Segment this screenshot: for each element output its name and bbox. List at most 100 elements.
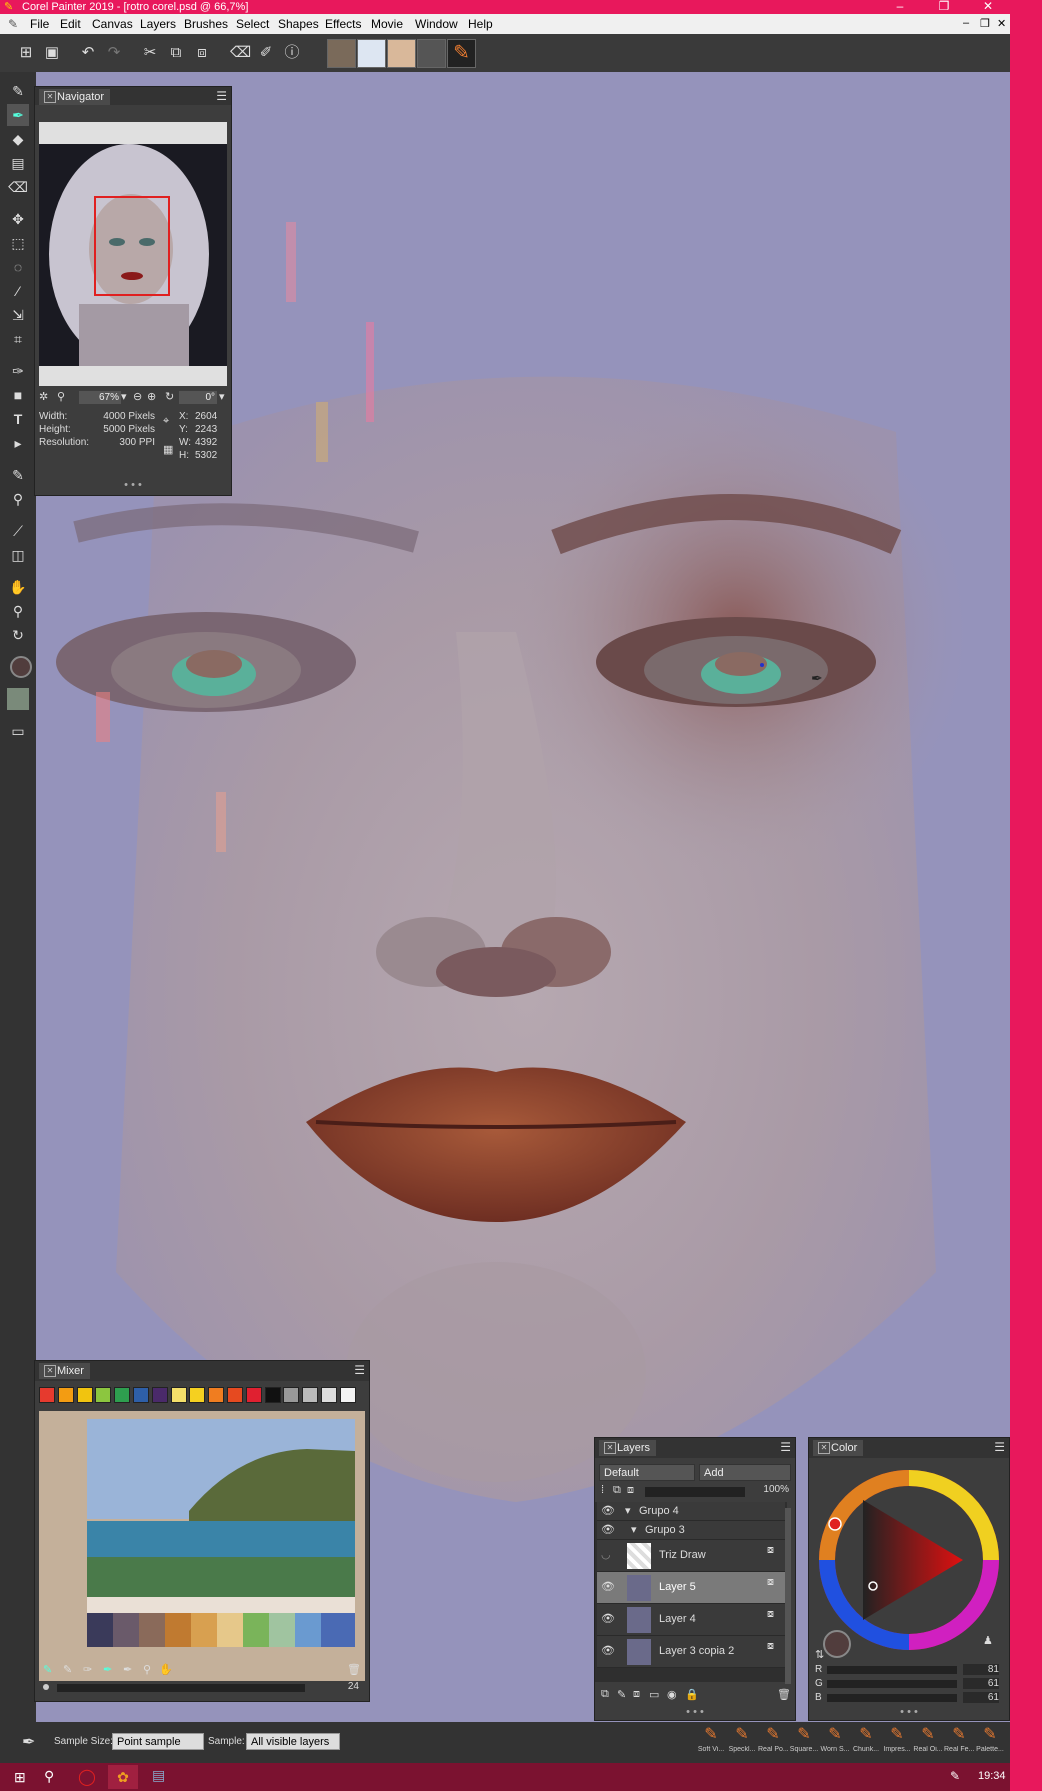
magnifier-icon[interactable]: ⚲ (7, 600, 29, 622)
brush-variant[interactable]: ✎ Real Fe... (944, 1724, 974, 1762)
menu-canvas[interactable]: Canvas (92, 17, 133, 31)
new-group-icon[interactable]: ⧈ (633, 1688, 640, 1701)
mixer-swatch[interactable] (227, 1387, 243, 1403)
navigator-thumbnail[interactable] (39, 144, 227, 366)
close-icon[interactable]: ✕ (44, 91, 56, 103)
swap-colors-icon[interactable]: ⇅ (815, 1648, 824, 1661)
mixer-swatch[interactable] (57, 1387, 74, 1403)
lasso-icon[interactable]: ◌ (7, 256, 29, 278)
mixer-swatch[interactable] (208, 1387, 225, 1403)
r-value[interactable]: 81 (963, 1664, 999, 1675)
layers-scrollbar[interactable] (785, 1508, 791, 1684)
g-value[interactable]: 61 (963, 1678, 999, 1689)
layer-mask-icon[interactable]: ◉ (667, 1688, 677, 1701)
perspective-icon[interactable]: ⟋ (7, 520, 29, 542)
undo-icon[interactable]: ↶ (78, 43, 98, 63)
windows-start-icon[interactable]: ⊞ (14, 1769, 26, 1786)
mix-color-icon[interactable]: ✑ (83, 1663, 92, 1676)
menu-help[interactable]: Help (468, 17, 493, 31)
panel-grip[interactable]: • • • (35, 479, 231, 491)
eraser-icon[interactable]: ⌫ (7, 176, 29, 198)
close-button[interactable]: ✕ (968, 0, 1008, 14)
layers-tab[interactable]: ✕ Layers (599, 1440, 657, 1456)
new-layer-icon[interactable]: ▭ (649, 1688, 659, 1701)
rotate-page-icon[interactable]: ↻ (7, 624, 29, 646)
pen-tray-icon[interactable]: ✎ (950, 1769, 960, 1783)
brush-variant[interactable]: ✎ Impres... (882, 1724, 912, 1762)
save-icon[interactable]: ▣ (42, 43, 62, 63)
menu-brushes[interactable]: Brushes (184, 17, 228, 31)
menu-effects[interactable]: Effects (325, 17, 361, 31)
mixer-swatch[interactable] (189, 1387, 206, 1403)
layer-row-grupo-4[interactable]: 👁 ▾ Grupo 4 (597, 1502, 785, 1521)
panel-menu-icon[interactable]: ☰ (216, 89, 227, 103)
visibility-eye-closed-icon[interactable]: ◡ (601, 1548, 611, 1561)
notes-icon[interactable]: ▤ (152, 1767, 165, 1784)
rectangle-shape-icon[interactable]: ■ (7, 384, 29, 406)
crop-icon[interactable]: ⌗ (7, 328, 29, 350)
pick-up-underlying-icon[interactable]: ⧉ (613, 1484, 621, 1497)
panel-grip[interactable]: • • • (809, 1706, 1009, 1718)
main-color-well[interactable] (10, 656, 32, 678)
sample-color-icon[interactable]: ✒ (103, 1663, 112, 1676)
clear-mixer-icon[interactable]: 🗑 (347, 1663, 361, 1676)
zoom-in-icon[interactable]: ⊕ (147, 390, 156, 403)
close-icon[interactable]: ✕ (44, 1365, 56, 1377)
current-color-swatch[interactable] (823, 1630, 851, 1658)
mixer-swatch[interactable] (151, 1387, 168, 1403)
panel-menu-icon[interactable]: ☰ (994, 1440, 1005, 1454)
brush-variant[interactable]: ✎ Real Po... (758, 1724, 788, 1762)
layer-row-grupo-3[interactable]: 👁 ▾ Grupo 3 (597, 1521, 785, 1540)
help-icon[interactable]: ⓘ (282, 43, 302, 63)
dirty-brush-icon[interactable]: ✎ (43, 1663, 52, 1676)
pen-icon[interactable]: ✑ (7, 360, 29, 382)
composite-method-select[interactable]: Default (599, 1464, 695, 1481)
dynamic-plugins-icon[interactable]: ✎ (617, 1688, 626, 1701)
brush-variant[interactable]: ✎ Palette... (975, 1724, 1005, 1762)
color-tab[interactable]: ✕ Color (813, 1440, 864, 1456)
sample-multiple-icon[interactable]: ✒ (123, 1663, 132, 1676)
group-expand-icon[interactable]: ▾ (631, 1523, 637, 1536)
close-icon[interactable]: ✕ (604, 1442, 616, 1454)
layer-row-triz-draw[interactable]: ◡ Triz Draw ⧇ (597, 1540, 785, 1572)
brush-selector-icon[interactable]: ✐ (256, 43, 276, 63)
panel-grip[interactable]: • • • (595, 1706, 795, 1718)
brush-logo-icon[interactable]: ✎ (447, 39, 476, 68)
visibility-eye-icon[interactable]: 👁 (601, 1504, 615, 1517)
b-slider[interactable] (827, 1694, 957, 1702)
layer-commands-icon[interactable]: ⧉ (601, 1688, 609, 1701)
screen-mode-icon[interactable]: ▭ (7, 720, 29, 742)
g-slider[interactable] (827, 1680, 957, 1688)
zoom-field[interactable]: 67% (79, 391, 121, 404)
zoom-out-icon[interactable]: ⊖ (133, 390, 142, 403)
menu-edit[interactable]: Edit (60, 17, 81, 31)
navigator-tab[interactable]: ✕ Navigator (39, 89, 111, 105)
paper-library-icon[interactable] (327, 39, 356, 68)
brush-variant[interactable]: ✎ Square... (789, 1724, 819, 1762)
layer-row-layer-3-copia-2[interactable]: 👁 Layer 3 copia 2 ⧇ (597, 1636, 785, 1668)
menu-layers[interactable]: Layers (140, 17, 176, 31)
dropper-tool-icon[interactable]: ✒ (7, 104, 29, 126)
b-value[interactable]: 61 (963, 1692, 999, 1703)
mixer-swatch[interactable] (339, 1387, 356, 1403)
doc-restore-icon[interactable]: ❐ (980, 17, 990, 30)
mixer-swatch[interactable] (245, 1387, 262, 1403)
cut-icon[interactable]: ✂ (140, 43, 160, 63)
mixer-swatch[interactable] (95, 1387, 112, 1403)
mixer-swatch[interactable] (302, 1387, 319, 1403)
rotate-icon[interactable]: ↻ (165, 390, 174, 403)
visibility-eye-icon[interactable]: 👁 (601, 1580, 615, 1593)
lock-layer-icon[interactable]: ⧈ (627, 1484, 634, 1497)
new-file-icon[interactable]: ⊞ (16, 43, 36, 63)
zoom-icon[interactable]: ⚲ (143, 1663, 151, 1676)
gradient-icon[interactable]: ▤ (7, 152, 29, 174)
mixer-swatch[interactable] (39, 1387, 55, 1403)
text-tool-icon[interactable]: T (7, 408, 29, 430)
menu-window[interactable]: Window (415, 17, 458, 31)
clear-icon[interactable]: ⌫ (230, 43, 251, 63)
visibility-eye-icon[interactable]: 👁 (601, 1612, 615, 1625)
brush-variant[interactable]: ✎ Worn S... (820, 1724, 850, 1762)
apply-color-icon[interactable]: ✎ (63, 1663, 72, 1676)
layer-row-layer-4[interactable]: 👁 Layer 4 ⧇ (597, 1604, 785, 1636)
search-icon[interactable]: ⚲ (44, 1768, 54, 1785)
